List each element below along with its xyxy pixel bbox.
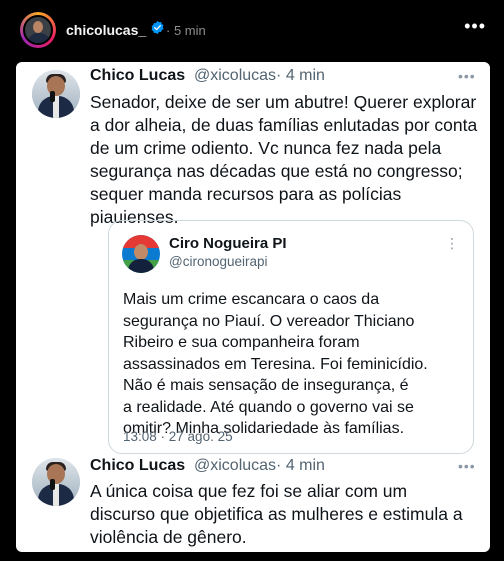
tweet-2-author-name: Chico Lucas xyxy=(90,457,186,474)
quoted-more-icon: ⋮ xyxy=(445,235,459,251)
profile-avatar[interactable] xyxy=(20,12,56,48)
quoted-tweet-date: 13:08 · 27 ago. 25 xyxy=(123,429,233,444)
username[interactable]: chicolucas_ xyxy=(66,22,146,38)
tweet-screenshot-card: Chico Lucas @xicolucas· 4 min ••• Senado… xyxy=(16,62,490,552)
quoted-tweet-avatar xyxy=(122,235,160,273)
username-link[interactable]: chicolucas_ xyxy=(66,20,165,40)
more-options-icon[interactable]: ••• xyxy=(464,16,486,37)
tweet-1-author-name: Chico Lucas xyxy=(90,67,186,84)
tweet-1-text: Senador, deixe de ser um abutre! Querer … xyxy=(90,92,478,227)
avatar-image xyxy=(23,15,53,45)
post-header: chicolucas_ · 5 min ••• xyxy=(0,0,504,62)
tweet-2-more-icon: ••• xyxy=(458,458,476,474)
verified-badge-icon xyxy=(150,20,165,38)
tweet-2-text: A única coisa que fez foi se aliar com u… xyxy=(90,481,463,547)
tweet-1-handle: @xicolucas· 4 min xyxy=(194,67,325,84)
quoted-author-name: Ciro Nogueira PI xyxy=(169,235,287,252)
tweet-2-avatar xyxy=(32,458,80,506)
quoted-tweet: Ciro Nogueira PI @cironogueirapi ⋮ Mais … xyxy=(108,220,474,454)
tweet-1-avatar xyxy=(32,70,80,118)
tweet-2-handle: @xicolucas· 4 min xyxy=(194,457,325,474)
post-time: · 5 min xyxy=(166,23,206,38)
tweet-1-more-icon: ••• xyxy=(458,68,476,84)
quoted-author-handle: @cironogueirapi xyxy=(169,254,268,269)
quoted-tweet-text: Mais um crime escancara o caos da segura… xyxy=(123,291,428,437)
tweet-2: Chico Lucas @xicolucas· 4 min ••• A únic… xyxy=(16,454,490,552)
tweet-1: Chico Lucas @xicolucas· 4 min ••• Senado… xyxy=(16,62,490,454)
